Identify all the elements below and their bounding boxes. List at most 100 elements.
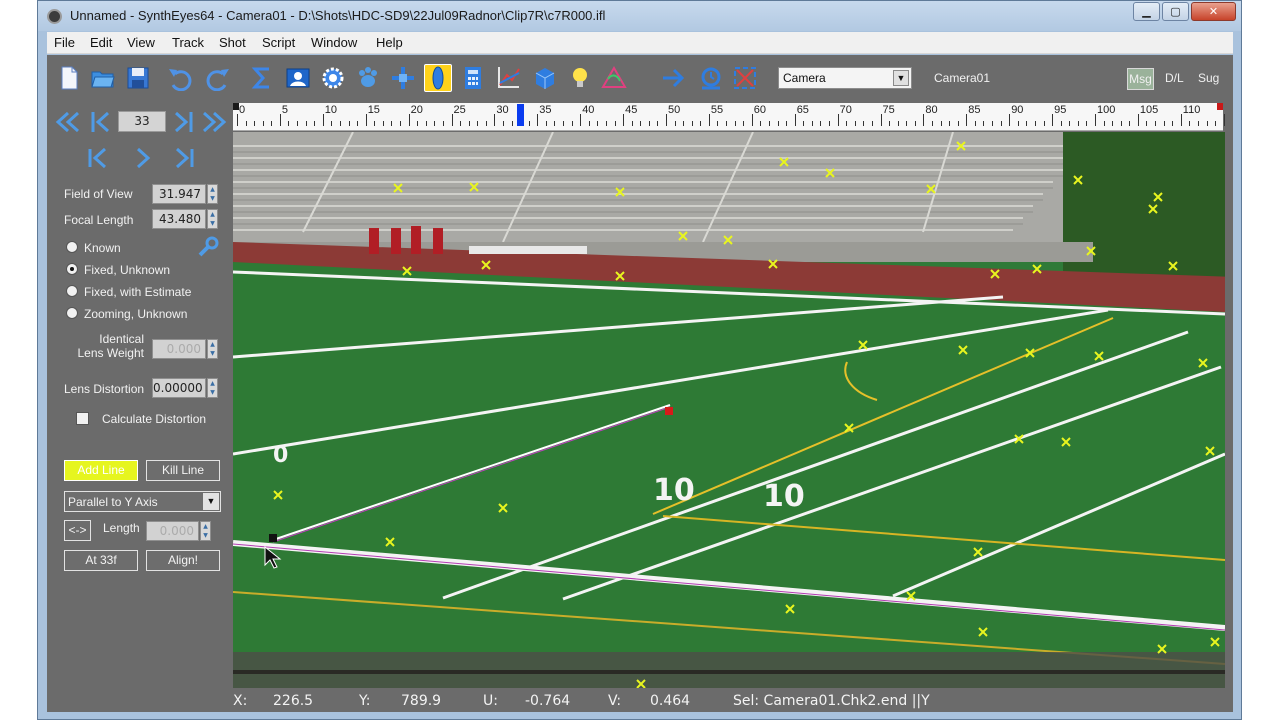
lens-weight-spinner[interactable]: ▲ ▼ xyxy=(207,339,218,359)
timeline-tick xyxy=(382,121,384,126)
radio-zooming[interactable] xyxy=(66,307,78,319)
timeline-tick xyxy=(648,121,650,126)
timeline-tick-label: 105 xyxy=(1139,104,1159,116)
graph-icon[interactable] xyxy=(494,64,522,92)
timeline-tick xyxy=(297,121,299,126)
timeline-tick xyxy=(1180,114,1182,126)
menu-view[interactable]: View xyxy=(127,35,155,50)
step-forward-icon[interactable] xyxy=(171,145,197,171)
timeline-tick xyxy=(460,121,462,126)
lens-distortion-spinner[interactable]: ▲ ▼ xyxy=(207,378,218,398)
line-endpoint-black[interactable] xyxy=(269,534,277,542)
timeline-tick xyxy=(1060,121,1062,126)
focal-length-field[interactable]: 43.480 xyxy=(152,209,206,229)
open-folder-icon[interactable] xyxy=(89,64,117,92)
frame-number-field[interactable]: 33 xyxy=(118,111,166,132)
timeline-tick-label: 45 xyxy=(625,104,638,116)
settings-gear-icon[interactable] xyxy=(319,64,347,92)
timeline-tick-label: 50 xyxy=(668,104,681,116)
at-frame-button[interactable]: At 33f xyxy=(64,550,138,571)
dl-button[interactable]: D/L xyxy=(1165,71,1184,85)
last-frame-icon[interactable] xyxy=(171,109,197,135)
timeline-playhead[interactable] xyxy=(517,104,525,126)
swap-direction-button[interactable]: <-> xyxy=(64,520,91,541)
menu-track[interactable]: Track xyxy=(172,35,204,50)
timeline-tick-label: 20 xyxy=(410,104,423,116)
sug-button[interactable]: Sug xyxy=(1198,71,1219,85)
lens-distortion-label: Lens Distortion xyxy=(64,382,145,396)
clock-icon[interactable] xyxy=(697,64,725,92)
menu-file[interactable]: File xyxy=(54,35,75,50)
calculator-icon[interactable] xyxy=(459,64,487,92)
undo-icon[interactable] xyxy=(166,64,194,92)
phase-triangle-icon[interactable] xyxy=(600,64,628,92)
forward-arrow-icon[interactable] xyxy=(660,64,688,92)
timeline-tick xyxy=(854,121,856,126)
status-v-label: V: xyxy=(608,693,622,709)
menu-script[interactable]: Script xyxy=(262,35,295,50)
timeline-tick xyxy=(786,121,788,126)
focal-length-spinner[interactable]: ▲ ▼ xyxy=(207,209,218,229)
first-frame-icon[interactable] xyxy=(87,109,113,135)
lens-tool-icon[interactable] xyxy=(424,64,452,92)
title-bar[interactable]: Unnamed - SynthEyes64 - Camera01 - D:\Sh… xyxy=(38,1,1241,31)
app-icon xyxy=(47,9,62,24)
maximize-button[interactable]: ▢ xyxy=(1162,2,1189,21)
wrench-icon[interactable] xyxy=(196,235,220,259)
minimize-button[interactable]: ▁ xyxy=(1133,2,1160,21)
camera-view-icon[interactable] xyxy=(284,64,312,92)
new-file-icon[interactable] xyxy=(55,64,83,92)
menu-edit[interactable]: Edit xyxy=(90,35,112,50)
timeline-tick xyxy=(914,121,916,126)
length-field[interactable]: 0.000 xyxy=(146,521,199,541)
align-button[interactable]: Align! xyxy=(146,550,220,571)
fast-forward-end-icon[interactable] xyxy=(202,109,228,135)
camera-viewport[interactable]: 10 10 0 xyxy=(233,132,1225,688)
menu-window[interactable]: Window xyxy=(311,35,357,50)
msg-button[interactable]: Msg xyxy=(1127,68,1154,90)
radio-fixed-unknown[interactable] xyxy=(66,263,78,275)
close-button[interactable]: ✕ xyxy=(1191,2,1236,21)
timeline-tick xyxy=(451,114,453,126)
timeline-bar[interactable]: 0 5 10 15 20 25 30 35 40 45 50 55 60 65 70 75 80 85 90 95 10… xyxy=(233,103,1225,131)
lens-weight-field[interactable]: 0.000 xyxy=(152,339,206,359)
axis-constraint-select[interactable]: Parallel to Y Axis ▼ xyxy=(64,491,221,512)
fit-view-icon[interactable] xyxy=(731,64,759,92)
3d-cube-icon[interactable] xyxy=(530,64,558,92)
save-icon[interactable] xyxy=(124,64,152,92)
timeline-tick xyxy=(262,121,264,126)
redo-icon[interactable] xyxy=(204,64,232,92)
fov-spinner[interactable]: ▲ ▼ xyxy=(207,184,218,204)
calculate-distortion-checkbox[interactable] xyxy=(76,412,89,425)
step-back-icon[interactable] xyxy=(85,145,111,171)
play-icon[interactable] xyxy=(130,145,156,171)
timeline-tick xyxy=(1052,114,1054,126)
status-x-label: X: xyxy=(233,693,248,709)
move-axis-icon[interactable] xyxy=(389,64,417,92)
kill-line-button[interactable]: Kill Line xyxy=(146,460,220,481)
timeline-tick xyxy=(545,121,547,126)
timeline-tick xyxy=(640,121,642,126)
timeline-tick xyxy=(391,121,393,126)
radio-known[interactable] xyxy=(66,241,78,253)
timeline-tick xyxy=(1026,121,1028,126)
radio-fixed-estimate[interactable] xyxy=(66,285,78,297)
lightbulb-icon[interactable] xyxy=(566,64,594,92)
app-window: Unnamed - SynthEyes64 - Camera01 - D:\Sh… xyxy=(37,0,1242,720)
timeline-tick xyxy=(511,121,513,126)
timeline-tick xyxy=(400,121,402,126)
chevron-down-icon: ▼ xyxy=(203,493,219,510)
rewind-start-icon[interactable] xyxy=(54,109,80,135)
line-endpoint-red[interactable] xyxy=(665,407,673,415)
length-spinner[interactable]: ▲ ▼ xyxy=(200,521,211,541)
solve-sigma-icon[interactable] xyxy=(248,64,276,92)
camera-select[interactable]: Camera ▼ xyxy=(778,67,912,89)
tracker-paw-icon[interactable] xyxy=(354,64,382,92)
lens-distortion-field[interactable]: 0.00000 xyxy=(152,378,206,398)
add-line-button[interactable]: Add Line xyxy=(64,460,138,481)
timeline-tick xyxy=(1146,121,1148,126)
menu-help[interactable]: Help xyxy=(376,35,403,50)
timeline-tick-label: 15 xyxy=(367,104,380,116)
menu-shot[interactable]: Shot xyxy=(219,35,246,50)
fov-field[interactable]: 31.947 xyxy=(152,184,206,204)
